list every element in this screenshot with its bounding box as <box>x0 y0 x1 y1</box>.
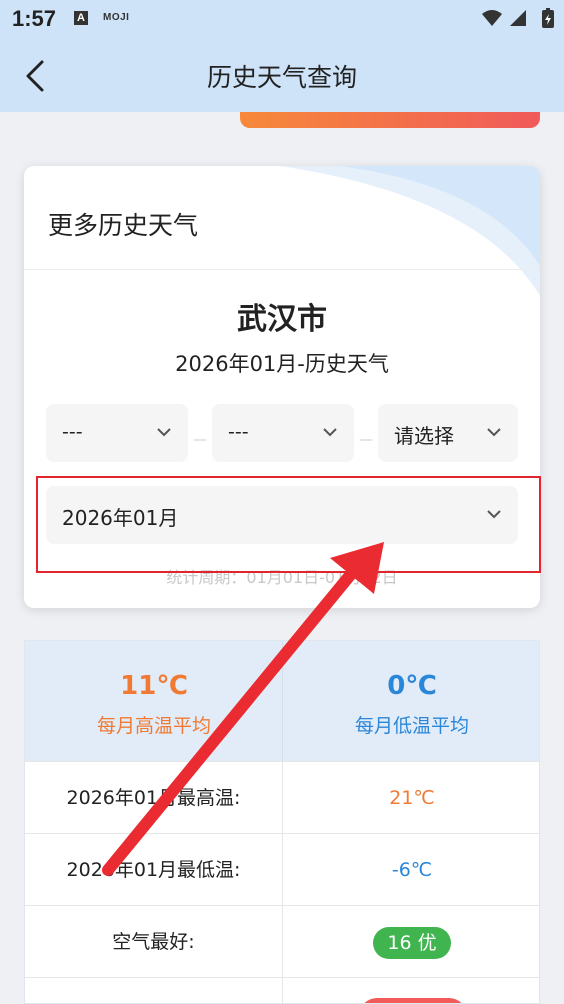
notification-a-icon: A <box>74 11 88 25</box>
province-select-value: --- <box>62 421 83 443</box>
chevron-down-icon <box>157 428 171 437</box>
min-temp-value: -6℃ <box>391 859 433 881</box>
city-select-value: --- <box>228 421 249 443</box>
aqi-good-badge: 16 优 <box>373 926 451 959</box>
status-bar: 1:57 A MOJI <box>0 0 564 38</box>
avg-row: 11℃ 每月高温平均 0℃ 每月低温平均 <box>25 641 539 761</box>
chevron-down-icon <box>323 428 337 437</box>
avg-low-cell: 0℃ 每月低温平均 <box>283 641 539 761</box>
city-name: 武汉市 <box>237 302 327 337</box>
wifi-icon <box>482 10 502 26</box>
province-select[interactable]: --- <box>46 404 188 462</box>
card-header: 更多历史天气 <box>48 211 199 240</box>
moji-notification-icon: MOJI <box>103 12 130 23</box>
table-row <box>25 977 539 1003</box>
select-separator: — <box>193 432 207 448</box>
min-temp-label: 2026年01月最低温: <box>25 834 283 906</box>
max-temp-value: 21℃ <box>389 787 435 809</box>
avg-high-value: 11℃ <box>120 671 188 701</box>
status-time: 1:57 <box>12 6 57 31</box>
district-select[interactable]: 请选择 <box>378 404 518 462</box>
card-decoration <box>280 166 540 296</box>
avg-high-label: 每月高温平均 <box>96 715 211 737</box>
nav-bar: 历史天气查询 <box>0 38 564 112</box>
table-row: 空气最好: 16 优 <box>25 905 539 978</box>
select-separator: — <box>359 432 373 448</box>
avg-high-cell: 11℃ 每月高温平均 <box>25 641 283 761</box>
divider <box>24 269 540 270</box>
aqi-bad-badge <box>359 998 467 1003</box>
best-air-cell: 16 优 <box>283 906 539 978</box>
best-air-label: 空气最好: <box>25 906 283 978</box>
table-row: 2026年01月最高温: 21℃ <box>25 761 539 834</box>
avg-low-value: 0℃ <box>387 671 437 701</box>
avg-low-label: 每月低温平均 <box>354 715 469 737</box>
history-subtitle: 2026年01月-历史天气 <box>175 352 389 376</box>
page-title: 历史天气查询 <box>206 63 357 92</box>
worst-air-cell <box>283 978 539 1003</box>
highlight-box <box>36 476 541 573</box>
signal-icon <box>510 10 526 26</box>
worst-air-label <box>25 978 283 1003</box>
status-icons <box>482 8 554 28</box>
stats-table: 11℃ 每月高温平均 0℃ 每月低温平均 2026年01月最高温: 21℃ 20… <box>24 640 540 1004</box>
district-select-value: 请选择 <box>394 424 454 448</box>
table-row: 2026年01月最低温: -6℃ <box>25 833 539 906</box>
chevron-down-icon <box>487 428 501 437</box>
max-temp-label: 2026年01月最高温: <box>25 762 283 834</box>
city-select[interactable]: --- <box>212 404 354 462</box>
banner-strip <box>240 112 540 128</box>
